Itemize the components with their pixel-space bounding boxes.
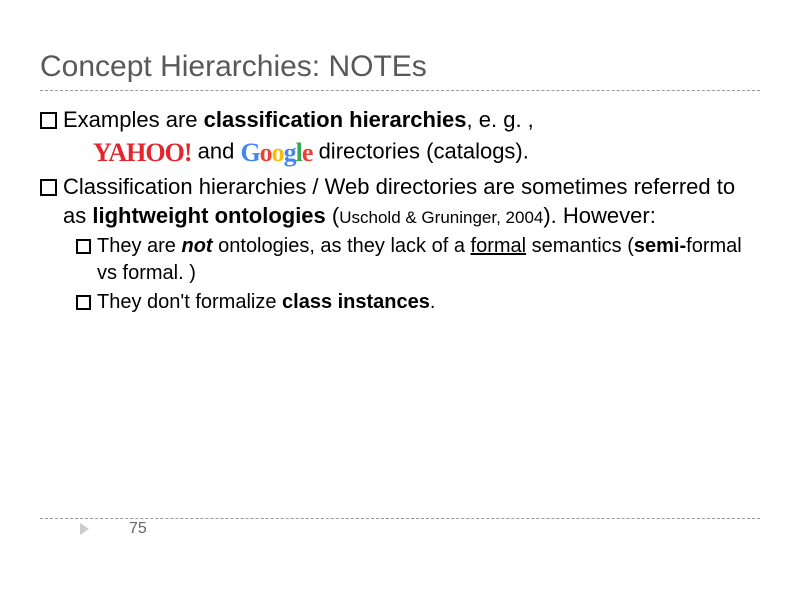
square-bullet-icon [40, 112, 57, 129]
square-bullet-icon [76, 239, 91, 254]
bold-italic-text: not [181, 235, 212, 257]
slide-content: Examples are classification hierarchies,… [40, 105, 760, 316]
bullet-2a: They are not ontologies, as they lack of… [76, 233, 760, 287]
yahoo-logo: YAHOO! [93, 135, 192, 170]
bullet-2b-text: They don't formalize class instances. [97, 289, 760, 316]
bullet-2a-text: They are not ontologies, as they lack of… [97, 233, 760, 287]
bullet-2b: They don't formalize class instances. [76, 289, 760, 316]
text: Examples are [63, 107, 204, 132]
footer: 75 [80, 520, 147, 538]
text: semantics ( [526, 235, 634, 257]
google-logo: Google [240, 135, 312, 170]
text: ( [326, 203, 339, 228]
footer-divider [40, 518, 760, 519]
underline-text: formal [471, 235, 527, 257]
square-bullet-icon [76, 295, 91, 310]
text: ). However: [543, 203, 655, 228]
bold-text: class instances [282, 291, 430, 313]
bold-text: lightweight ontologies [92, 203, 325, 228]
text: , e. g. , [467, 107, 534, 132]
page-number: 75 [129, 520, 147, 538]
square-bullet-icon [40, 179, 57, 196]
citation: Uschold & Gruninger, 2004 [339, 208, 543, 227]
title-divider [40, 90, 760, 91]
text: They are [97, 235, 181, 257]
text: . [430, 291, 436, 313]
text: directories (catalogs). [312, 138, 528, 163]
text: They don't formalize [97, 291, 282, 313]
text: and [192, 138, 241, 163]
bold-text: semi- [634, 235, 686, 257]
bullet-2: Classification hierarchies / Web directo… [40, 172, 760, 231]
bullet-1: Examples are classification hierarchies,… [40, 105, 760, 170]
bold-text: classification hierarchies [204, 107, 467, 132]
bullet-1-text: Examples are classification hierarchies,… [63, 105, 760, 170]
slide-title: Concept Hierarchies: NOTEs [40, 50, 760, 84]
triangle-icon [80, 523, 89, 535]
bullet-2-text: Classification hierarchies / Web directo… [63, 172, 760, 231]
text: ontologies, as they lack of a [213, 235, 471, 257]
